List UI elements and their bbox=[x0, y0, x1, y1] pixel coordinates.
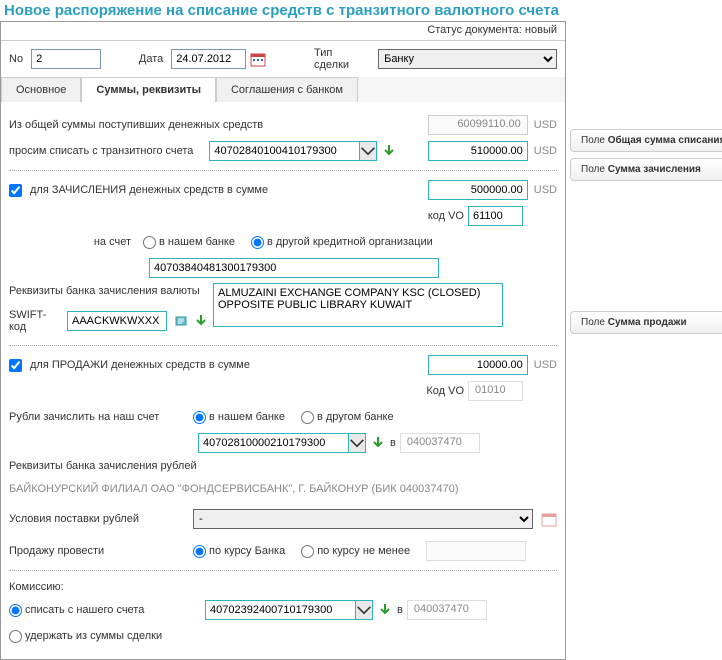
min-rate-input[interactable] bbox=[426, 541, 526, 561]
form-panel: Статус документа: новый No Дата Тип сдел… bbox=[0, 21, 566, 660]
credit-label: для ЗАЧИСЛЕНИЯ денежных средств в сумме bbox=[30, 184, 268, 196]
tabs: Основное Суммы, реквизиты Соглашения с б… bbox=[1, 77, 565, 102]
sale-checkbox[interactable] bbox=[9, 359, 22, 372]
chevron-down-icon[interactable] bbox=[355, 600, 373, 620]
credit-currency: USD bbox=[534, 184, 557, 196]
total-currency: USD bbox=[534, 119, 557, 131]
rub-credit-label: Рубли зачислить на наш счет bbox=[9, 411, 189, 423]
debit-label: просим списать с транзитного счета bbox=[9, 145, 193, 157]
radio-commission-withhold[interactable]: удержать из суммы сделки bbox=[9, 630, 162, 643]
credit-bank-text[interactable] bbox=[213, 283, 503, 327]
status-value: новый bbox=[525, 24, 557, 36]
credit-amount-input[interactable] bbox=[428, 180, 528, 200]
radio-our-bank[interactable]: в нашем банке bbox=[143, 236, 235, 249]
debit-amount-input[interactable] bbox=[428, 141, 528, 161]
sale-amount-input[interactable] bbox=[428, 355, 528, 375]
rub-bank-text: БАЙКОНУРСКИЙ ФИЛИАЛ ОАО "ФОНДСЕРВИСБАНК"… bbox=[9, 483, 459, 495]
swift-lookup-icon[interactable] bbox=[175, 313, 191, 329]
tab-sums[interactable]: Суммы, реквизиты bbox=[81, 77, 216, 102]
arrow-down-icon[interactable] bbox=[381, 143, 397, 159]
vo-label: код VO bbox=[428, 210, 464, 222]
credit-checkbox[interactable] bbox=[9, 184, 22, 197]
calendar-icon[interactable] bbox=[250, 51, 266, 67]
tooltip-total-debit: Поле Общая сумма списания bbox=[570, 129, 722, 152]
delivery-select[interactable]: - bbox=[193, 509, 533, 529]
sale-label: для ПРОДАЖИ денежных средств в сумме bbox=[30, 359, 250, 371]
radio-min-rate[interactable]: по курсу не менее bbox=[301, 545, 410, 558]
chevron-down-icon[interactable] bbox=[348, 433, 366, 453]
vo-input[interactable] bbox=[468, 206, 523, 226]
radio-rub-our[interactable]: в нашем банке bbox=[193, 411, 285, 424]
page-title: Новое распоряжение на списание средств с… bbox=[0, 0, 722, 21]
commission-account-combo[interactable] bbox=[205, 600, 373, 620]
swift-label: SWIFT-код bbox=[9, 309, 63, 333]
status-label: Статус документа: bbox=[427, 24, 522, 36]
radio-bank-rate[interactable]: по курсу Банка bbox=[193, 545, 285, 558]
transit-account-combo[interactable] bbox=[209, 141, 377, 161]
to-account-label: на счет bbox=[9, 236, 139, 248]
debit-currency: USD bbox=[534, 145, 557, 157]
commission-bic: 040037470 bbox=[407, 600, 487, 620]
tooltip-credit-sum: Поле Сумма зачисления bbox=[570, 158, 722, 181]
tooltip-sale-sum: Поле Сумма продажи bbox=[570, 311, 722, 334]
side-tooltips: Поле Общая сумма списания Поле Сумма зач… bbox=[566, 21, 722, 660]
credit-account-input[interactable] bbox=[149, 258, 439, 278]
commission-heading: Комиссию: bbox=[9, 579, 557, 595]
deal-type-label: Тип сделки bbox=[314, 47, 370, 71]
date-input[interactable] bbox=[171, 49, 246, 69]
sale-vo-value: 01010 bbox=[468, 381, 523, 401]
swift-input[interactable] bbox=[67, 311, 167, 331]
arrow-down-icon[interactable] bbox=[370, 435, 386, 451]
radio-other-bank[interactable]: в другой кредитной организации bbox=[251, 236, 433, 249]
sale-exec-label: Продажу провести bbox=[9, 545, 189, 557]
deal-type-select[interactable]: Банку bbox=[378, 49, 557, 69]
tab-agreements[interactable]: Соглашения с банком bbox=[216, 77, 358, 102]
rub-bic: 040037470 bbox=[400, 433, 480, 453]
date-label: Дата bbox=[139, 53, 163, 65]
radio-commission-debit[interactable]: списать с нашего счета bbox=[9, 604, 189, 617]
rub-bank-label: Реквизиты банка зачисления рублей bbox=[9, 458, 557, 474]
rub-in-label: в bbox=[390, 437, 396, 449]
no-label: No bbox=[9, 53, 23, 65]
rub-account-combo[interactable] bbox=[198, 433, 366, 453]
swift-arrow-icon[interactable] bbox=[193, 313, 209, 329]
no-input[interactable] bbox=[31, 49, 101, 69]
total-label: Из общей суммы поступивших денежных сред… bbox=[9, 119, 424, 131]
sale-currency: USD bbox=[534, 359, 557, 371]
arrow-down-icon[interactable] bbox=[377, 602, 393, 618]
total-amount: 60099110.00 bbox=[428, 115, 528, 135]
chevron-down-icon[interactable] bbox=[359, 141, 377, 161]
sale-vo-label: Код VO bbox=[426, 385, 464, 397]
radio-rub-other[interactable]: в другом банке bbox=[301, 411, 394, 424]
delivery-label: Условия поставки рублей bbox=[9, 513, 189, 525]
tab-main[interactable]: Основное bbox=[1, 77, 81, 102]
credit-bank-label: Реквизиты банка зачисления валюты bbox=[9, 283, 209, 299]
calendar-icon[interactable] bbox=[541, 511, 557, 527]
